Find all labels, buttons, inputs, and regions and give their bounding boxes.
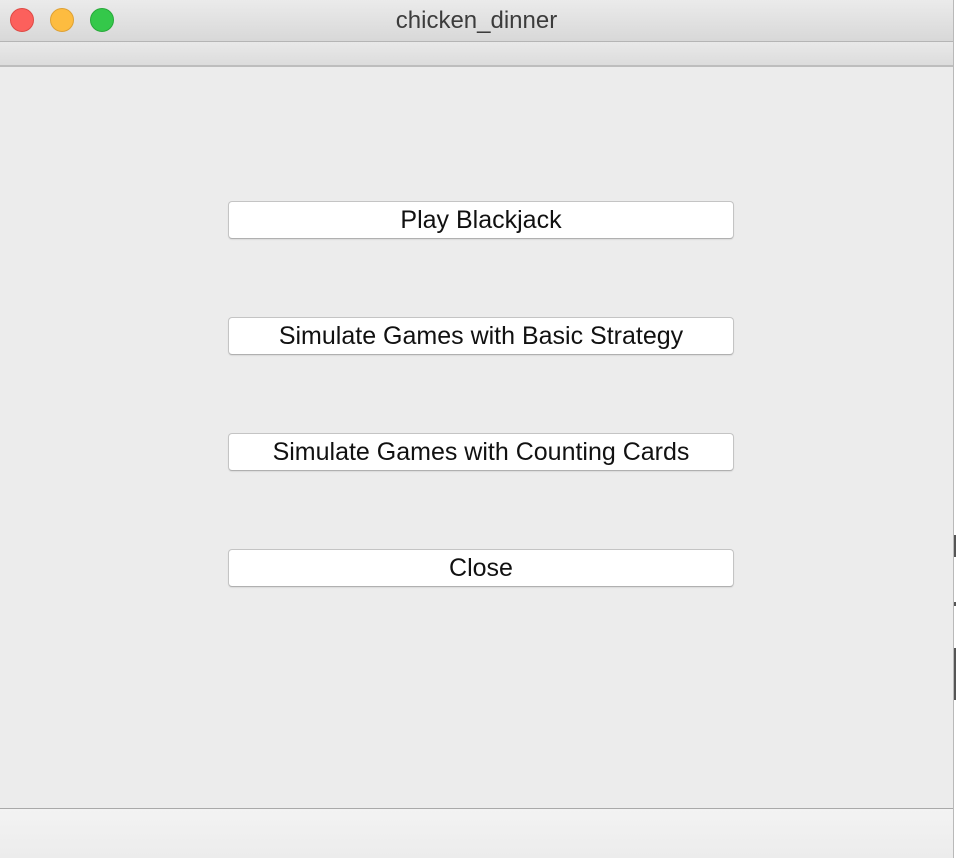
main-content: Play Blackjack Simulate Games with Basic… [0,67,953,808]
play-blackjack-button[interactable]: Play Blackjack [228,201,734,239]
title-bar[interactable]: chicken_dinner [0,0,953,42]
status-bar [0,808,953,858]
simulate-counting-cards-button[interactable]: Simulate Games with Counting Cards [228,433,734,471]
app-window: chicken_dinner Play Blackjack Simulate G… [0,0,954,858]
close-button[interactable]: Close [228,549,734,587]
toolbar-strip [0,42,953,67]
simulate-basic-strategy-button[interactable]: Simulate Games with Basic Strategy [228,317,734,355]
window-title: chicken_dinner [395,7,558,34]
